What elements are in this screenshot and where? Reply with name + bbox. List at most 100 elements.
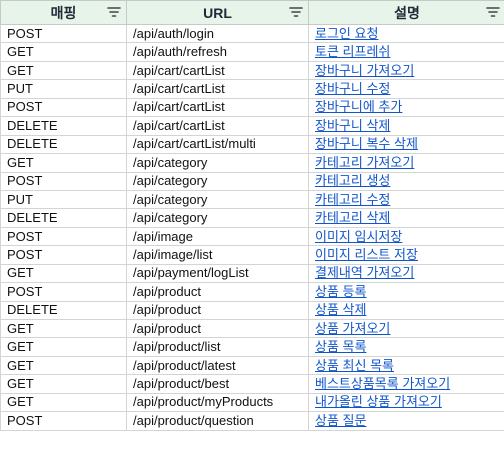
table-row: POST/api/product 상품 등록	[0, 282, 504, 302]
header-url-label: URL	[203, 4, 232, 21]
table-row: GET/api/product 상품 가져오기	[0, 318, 504, 339]
method-cell[interactable]: DELETE	[0, 300, 127, 321]
method-cell[interactable]: GET	[0, 263, 127, 284]
description-link[interactable]: 상품 삭제	[308, 300, 504, 321]
table-row: DELETE/api/cart/cartList 장바구니 삭제	[0, 116, 504, 136]
description-link[interactable]: 상품 질문	[308, 411, 504, 431]
url-cell[interactable]: /api/payment/logList	[126, 263, 309, 284]
url-cell[interactable]: /api/product/best	[126, 374, 309, 394]
method-cell[interactable]: GET	[0, 392, 127, 413]
url-cell[interactable]: /api/cart/cartList	[126, 97, 309, 118]
description-link[interactable]: 장바구니 가져오기	[308, 60, 504, 81]
table-row: GET/api/product/myProducts 내가올린 상품 가져오기	[0, 392, 504, 413]
method-cell[interactable]: POST	[0, 171, 127, 191]
url-cell[interactable]: /api/category	[126, 208, 309, 228]
description-link[interactable]: 베스트상품목록 가져오기	[308, 374, 504, 394]
table-row: POST/api/cart/cartList 장바구니에 추가	[0, 97, 504, 118]
url-cell[interactable]: /api/cart/cartList	[126, 116, 309, 136]
description-link[interactable]: 상품 등록	[308, 282, 504, 302]
header-mapping[interactable]: 매핑	[0, 0, 127, 25]
table-row: POST/api/image 이미지 임시저장	[0, 226, 504, 247]
header-url[interactable]: URL	[126, 0, 309, 25]
method-cell[interactable]: GET	[0, 337, 127, 357]
table-row: POST/api/product/question 상품 질문	[0, 411, 504, 431]
description-link[interactable]: 장바구니 복수 삭제	[308, 134, 504, 155]
url-cell[interactable]: /api/image	[126, 226, 309, 247]
table-row: DELETE/api/product 상품 삭제	[0, 300, 504, 321]
method-cell[interactable]: GET	[0, 42, 127, 62]
table-row: GET/api/product/latest 상품 최신 목록	[0, 355, 504, 376]
method-cell[interactable]: POST	[0, 97, 127, 118]
method-cell[interactable]: GET	[0, 374, 127, 394]
filter-icon[interactable]	[486, 6, 500, 18]
header-description-label: 설명	[394, 4, 420, 21]
method-cell[interactable]: DELETE	[0, 134, 127, 155]
table-row: GET/api/auth/refresh 토큰 리프레쉬	[0, 42, 504, 62]
method-cell[interactable]: POST	[0, 23, 127, 44]
method-cell[interactable]: GET	[0, 355, 127, 376]
url-cell[interactable]: /api/product	[126, 318, 309, 339]
header-row: 매핑 URL 설명	[0, 0, 504, 25]
method-cell[interactable]: PUT	[0, 79, 127, 99]
description-link[interactable]: 장바구니에 추가	[308, 97, 504, 118]
url-cell[interactable]: /api/category	[126, 189, 309, 210]
url-cell[interactable]: /api/auth/refresh	[126, 42, 309, 62]
table-row: DELETE/api/category 카테고리 삭제	[0, 208, 504, 228]
method-cell[interactable]: POST	[0, 411, 127, 431]
description-link[interactable]: 상품 목록	[308, 337, 504, 357]
method-cell[interactable]: GET	[0, 60, 127, 81]
url-cell[interactable]: /api/image/list	[126, 245, 309, 265]
description-link[interactable]: 장바구니 수정	[308, 79, 504, 99]
description-link[interactable]: 이미지 리스트 저장	[308, 245, 504, 265]
table-row: POST/api/category 카테고리 생성	[0, 171, 504, 191]
description-link[interactable]: 로그인 요청	[308, 23, 504, 44]
method-cell[interactable]: DELETE	[0, 208, 127, 228]
url-cell[interactable]: /api/product/question	[126, 411, 309, 431]
table-row: PUT/api/cart/cartList 장바구니 수정	[0, 79, 504, 99]
table-row: POST/api/image/list 이미지 리스트 저장	[0, 245, 504, 265]
table-row: GET/api/payment/logList 결제내역 가져오기	[0, 263, 504, 284]
method-cell[interactable]: POST	[0, 226, 127, 247]
header-description[interactable]: 설명	[308, 0, 504, 25]
filter-icon[interactable]	[289, 6, 303, 18]
method-cell[interactable]: DELETE	[0, 116, 127, 136]
url-cell[interactable]: /api/product/myProducts	[126, 392, 309, 413]
url-cell[interactable]: /api/cart/cartList/multi	[126, 134, 309, 155]
url-cell[interactable]: /api/cart/cartList	[126, 60, 309, 81]
url-cell[interactable]: /api/product	[126, 282, 309, 302]
url-cell[interactable]: /api/product	[126, 300, 309, 321]
url-cell[interactable]: /api/auth/login	[126, 23, 309, 44]
method-cell[interactable]: POST	[0, 282, 127, 302]
table-row: GET/api/product/list 상품 목록	[0, 337, 504, 357]
description-link[interactable]: 토큰 리프레쉬	[308, 42, 504, 62]
description-link[interactable]: 상품 가져오기	[308, 318, 504, 339]
table-row: PUT/api/category 카테고리 수정	[0, 189, 504, 210]
table-header: 매핑 URL 설명	[0, 0, 504, 25]
method-cell[interactable]: POST	[0, 245, 127, 265]
description-link[interactable]: 장바구니 삭제	[308, 116, 504, 136]
header-mapping-label: 매핑	[50, 4, 77, 21]
table-row: DELETE/api/cart/cartList/multi 장바구니 복수 삭제	[0, 134, 504, 155]
method-cell[interactable]: GET	[0, 153, 127, 173]
url-cell[interactable]: /api/category	[126, 171, 309, 191]
table-body: POST/api/auth/login 로그인 요청 GET/api/auth/r…	[0, 23, 504, 431]
description-link[interactable]: 결제내역 가져오기	[308, 263, 504, 284]
description-link[interactable]: 이미지 임시저장	[308, 226, 504, 247]
url-cell[interactable]: /api/product/latest	[126, 355, 309, 376]
method-cell[interactable]: GET	[0, 318, 127, 339]
url-cell[interactable]: /api/product/list	[126, 337, 309, 357]
method-cell[interactable]: PUT	[0, 189, 127, 210]
description-link[interactable]: 내가올린 상품 가져오기	[308, 392, 504, 413]
description-link[interactable]: 카테고리 생성	[308, 171, 504, 191]
description-link[interactable]: 상품 최신 목록	[308, 355, 504, 376]
description-link[interactable]: 카테고리 가져오기	[308, 153, 504, 173]
url-cell[interactable]: /api/category	[126, 153, 309, 173]
api-table: 매핑 URL 설명 POST /api/auth/login 로그인 요청 GE…	[0, 0, 504, 431]
description-link[interactable]: 카테고리 수정	[308, 189, 504, 210]
description-link[interactable]: 카테고리 삭제	[308, 208, 504, 228]
filter-icon[interactable]	[107, 6, 121, 18]
url-cell[interactable]: /api/cart/cartList	[126, 79, 309, 99]
table-row: GET/api/product/best 베스트상품목록 가져오기	[0, 374, 504, 394]
table-row: GET/api/category 카테고리 가져오기	[0, 153, 504, 173]
spreadsheet: 매핑 URL 설명 POST /api/auth/login 로그인 요청 GE…	[0, 0, 504, 449]
